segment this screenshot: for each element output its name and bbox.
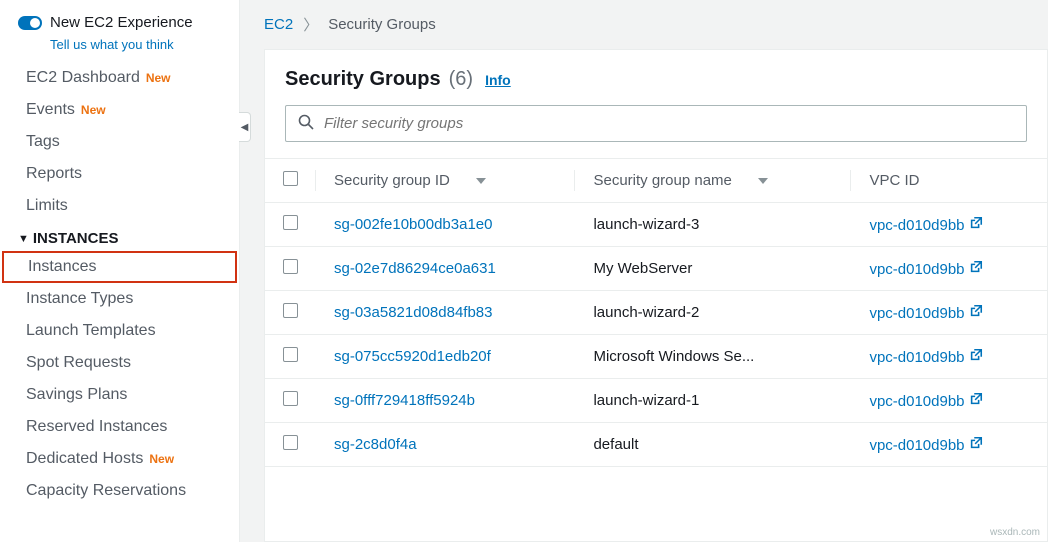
- vpc-id-link[interactable]: vpc-d010d9bb: [869, 261, 982, 278]
- security-groups-panel: Security Groups (6) Info Security group …: [264, 49, 1048, 542]
- sg-name-cell: launch-wizard-1: [575, 379, 851, 423]
- breadcrumb: EC2 〉 Security Groups: [240, 0, 1048, 49]
- nav-item-label: Reserved Instances: [26, 418, 167, 436]
- column-header-sg-id[interactable]: Security group ID: [316, 159, 575, 203]
- nav-item-label: Limits: [26, 197, 68, 215]
- row-checkbox[interactable]: [283, 347, 298, 362]
- table-row: sg-02e7d86294ce0a631 My WebServer vpc-d0…: [265, 247, 1047, 291]
- new-experience-toggle[interactable]: [18, 16, 42, 30]
- vpc-id-link[interactable]: vpc-d010d9bb: [869, 393, 982, 410]
- panel-header: Security Groups (6) Info: [265, 50, 1047, 105]
- new-badge: New: [149, 452, 174, 466]
- nav-item-label: Reports: [26, 165, 82, 183]
- external-link-icon: [969, 216, 983, 234]
- table-row: sg-002fe10b00db3a1e0 launch-wizard-3 vpc…: [265, 203, 1047, 247]
- nav-section-label: INSTANCES: [33, 230, 119, 247]
- sg-name-cell: Microsoft Windows Se...: [575, 335, 851, 379]
- table-row: sg-03a5821d08d84fb83 launch-wizard-2 vpc…: [265, 291, 1047, 335]
- column-header-vpc-id[interactable]: VPC ID: [851, 159, 1047, 203]
- panel-count: (6): [449, 68, 473, 91]
- sg-id-link[interactable]: sg-02e7d86294ce0a631: [334, 260, 496, 277]
- new-badge: New: [146, 71, 171, 85]
- breadcrumb-current: Security Groups: [328, 16, 436, 33]
- sidebar-item-limits[interactable]: Limits: [0, 190, 239, 222]
- sidebar-item-launch-templates[interactable]: Launch Templates: [0, 315, 239, 347]
- nav-item-label: Launch Templates: [26, 322, 156, 340]
- sg-name-cell: launch-wizard-3: [575, 203, 851, 247]
- filter-input[interactable]: [324, 115, 1014, 132]
- sidebar-item-tags[interactable]: Tags: [0, 126, 239, 158]
- column-header-sg-name[interactable]: Security group name: [575, 159, 851, 203]
- table-row: sg-2c8d0f4a default vpc-d010d9bb: [265, 423, 1047, 467]
- sidebar-item-reserved-instances[interactable]: Reserved Instances: [0, 411, 239, 443]
- new-badge: New: [81, 103, 106, 117]
- vpc-id-link[interactable]: vpc-d010d9bb: [869, 305, 982, 322]
- external-link-icon: [969, 304, 983, 322]
- row-checkbox[interactable]: [283, 215, 298, 230]
- sidebar-item-instance-types[interactable]: Instance Types: [0, 283, 239, 315]
- nav-item-label: Savings Plans: [26, 386, 127, 404]
- sg-id-link[interactable]: sg-075cc5920d1edb20f: [334, 348, 491, 365]
- sg-name-cell: My WebServer: [575, 247, 851, 291]
- sidebar-item-capacity-reservations[interactable]: Capacity Reservations: [0, 475, 239, 507]
- table-row: sg-0fff729418ff5924b launch-wizard-1 vpc…: [265, 379, 1047, 423]
- info-link[interactable]: Info: [485, 72, 511, 88]
- nav-item-label: EC2 Dashboard: [26, 69, 140, 87]
- sidebar-item-instances[interactable]: Instances: [2, 251, 237, 283]
- sg-id-link[interactable]: sg-2c8d0f4a: [334, 436, 417, 453]
- sidebar-item-savings-plans[interactable]: Savings Plans: [0, 379, 239, 411]
- sidebar-collapse-handle[interactable]: ◀: [239, 112, 251, 142]
- external-link-icon: [969, 392, 983, 410]
- external-link-icon: [969, 260, 983, 278]
- sidebar-item-events[interactable]: Events New: [0, 94, 239, 126]
- row-checkbox[interactable]: [283, 391, 298, 406]
- select-all-checkbox[interactable]: [283, 171, 298, 186]
- nav-item-label: Capacity Reservations: [26, 482, 186, 500]
- row-checkbox[interactable]: [283, 435, 298, 450]
- vpc-id-link[interactable]: vpc-d010d9bb: [869, 349, 982, 366]
- sidebar-item-dedicated-hosts[interactable]: Dedicated Hosts New: [0, 443, 239, 475]
- sg-id-link[interactable]: sg-002fe10b00db3a1e0: [334, 216, 492, 233]
- row-checkbox[interactable]: [283, 303, 298, 318]
- filter-box[interactable]: [285, 105, 1027, 142]
- external-link-icon: [969, 348, 983, 366]
- chevron-down-icon: ▼: [18, 233, 29, 245]
- external-link-icon: [969, 436, 983, 454]
- watermark: wsxdn.com: [990, 527, 1040, 538]
- nav-item-label: Spot Requests: [26, 354, 131, 372]
- security-groups-table: Security group ID Security group name VP…: [265, 158, 1047, 467]
- new-experience-toggle-row: New EC2 Experience: [0, 10, 239, 35]
- search-icon: [298, 114, 314, 133]
- nav-item-label: Dedicated Hosts: [26, 450, 143, 468]
- sidebar-item-reports[interactable]: Reports: [0, 158, 239, 190]
- feedback-link[interactable]: Tell us what you think: [0, 35, 239, 62]
- sg-id-link[interactable]: sg-0fff729418ff5924b: [334, 392, 475, 409]
- sg-id-link[interactable]: sg-03a5821d08d84fb83: [334, 304, 492, 321]
- nav-item-label: Events: [26, 101, 75, 119]
- nav-item-label: Instances: [28, 258, 96, 276]
- panel-title: Security Groups: [285, 68, 441, 91]
- sort-icon: [758, 178, 768, 184]
- new-experience-label: New EC2 Experience: [50, 14, 193, 31]
- nav-section-instances[interactable]: ▼ INSTANCES: [0, 222, 239, 251]
- sidebar-item-spot-requests[interactable]: Spot Requests: [0, 347, 239, 379]
- table-row: sg-075cc5920d1edb20f Microsoft Windows S…: [265, 335, 1047, 379]
- nav-item-label: Tags: [26, 133, 60, 151]
- row-checkbox[interactable]: [283, 259, 298, 274]
- sort-icon: [476, 178, 486, 184]
- breadcrumb-root[interactable]: EC2: [264, 16, 293, 33]
- sg-name-cell: default: [575, 423, 851, 467]
- main-area: EC2 〉 Security Groups Security Groups (6…: [240, 0, 1048, 542]
- sidebar-item-ec2-dashboard[interactable]: EC2 Dashboard New: [0, 62, 239, 94]
- vpc-id-link[interactable]: vpc-d010d9bb: [869, 217, 982, 234]
- nav-item-label: Instance Types: [26, 290, 133, 308]
- sidebar: New EC2 Experience Tell us what you thin…: [0, 0, 240, 542]
- chevron-right-icon: 〉: [303, 14, 318, 35]
- vpc-id-link[interactable]: vpc-d010d9bb: [869, 437, 982, 454]
- sg-name-cell: launch-wizard-2: [575, 291, 851, 335]
